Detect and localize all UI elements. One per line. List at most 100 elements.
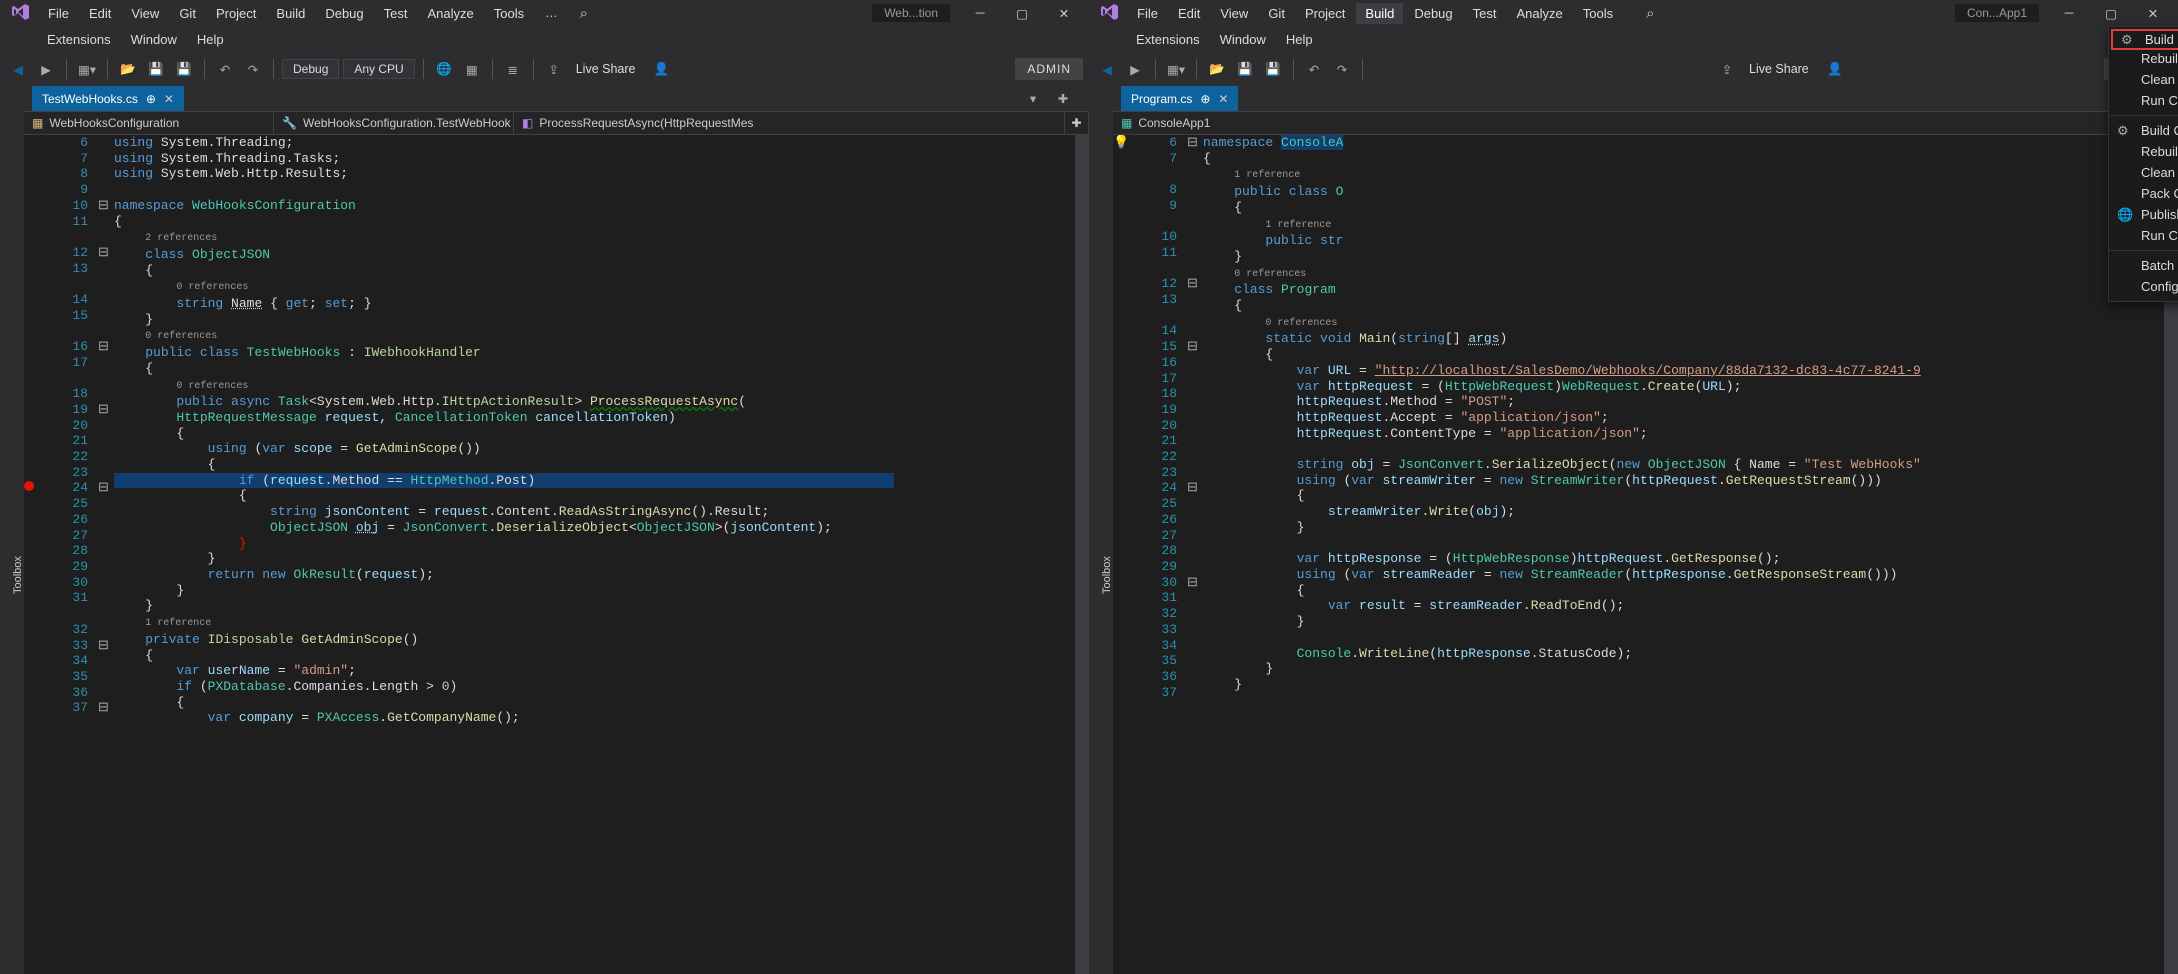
- maximize-icon[interactable]: ▢: [1002, 0, 1042, 26]
- quick-launch-icon[interactable]: ⌕: [570, 5, 598, 22]
- toolbox-sidebar[interactable]: Toolbox: [0, 86, 24, 974]
- redo-icon[interactable]: ↷: [1330, 57, 1354, 81]
- code-editor[interactable]: 💡 6 7 8 9 10 11 12 13 14 15 16 17 18 19 …: [1113, 135, 2178, 974]
- back-icon[interactable]: ◀: [6, 57, 30, 81]
- open-icon[interactable]: 📂: [116, 57, 140, 81]
- fold-margin[interactable]: ⊟ ⊟ ⊟ ⊟ ⊟ ⊟ ⊟: [98, 135, 114, 974]
- menu-analyze[interactable]: Analyze: [1507, 3, 1571, 24]
- quick-launch-icon[interactable]: ⌕: [1636, 5, 1664, 22]
- menu-tools[interactable]: Tools: [485, 3, 533, 24]
- menu-window[interactable]: Window: [1211, 29, 1275, 50]
- redo-icon[interactable]: ↷: [241, 57, 265, 81]
- menu-item-batch-build-[interactable]: Batch Build...: [2109, 255, 2178, 276]
- tab-testwebhooks[interactable]: TestWebHooks.cs ⊕ ✕: [32, 86, 184, 111]
- tab-pin-icon[interactable]: ⊕: [146, 92, 156, 106]
- menu-item-rebuild-consoleapp1[interactable]: Rebuild ConsoleApp1: [2109, 141, 2178, 162]
- open-icon[interactable]: 📂: [1205, 57, 1229, 81]
- menu-item-run-code-analysis-on-solution[interactable]: Run Code Analysis on SolutionAlt+F11: [2109, 90, 2178, 111]
- code-editor[interactable]: 6 7 8 9 10 11 12 13 14 15 16 17 18 19 20…: [24, 135, 1089, 974]
- menu-item-rebuild-solution[interactable]: Rebuild Solution: [2109, 48, 2178, 69]
- menu-debug[interactable]: Debug: [316, 3, 372, 24]
- menu-analyze[interactable]: Analyze: [418, 3, 482, 24]
- maximize-icon[interactable]: ▢: [2091, 0, 2131, 26]
- close-icon[interactable]: ✕: [2133, 0, 2173, 26]
- account-icon[interactable]: 👤: [650, 57, 674, 81]
- menu-extensions[interactable]: Extensions: [38, 29, 120, 50]
- share-icon[interactable]: ⇪: [1715, 57, 1739, 81]
- menu-item-pack-consoleapp1[interactable]: Pack ConsoleApp1: [2109, 183, 2178, 204]
- menu-help[interactable]: Help: [1277, 29, 1322, 50]
- menu-project[interactable]: Project: [1296, 3, 1354, 24]
- indent-icon[interactable]: ≣: [501, 57, 525, 81]
- menu-item-clean-solution[interactable]: Clean Solution: [2109, 69, 2178, 90]
- menu-git[interactable]: Git: [1259, 3, 1294, 24]
- menu-item-build-solution[interactable]: ⚙Build SolutionF6: [2111, 29, 2178, 50]
- menu-view[interactable]: View: [1211, 3, 1257, 24]
- platform-select[interactable]: Any CPU: [343, 59, 414, 79]
- menu-item-clean-consoleapp1[interactable]: Clean ConsoleApp1: [2109, 162, 2178, 183]
- menu-project[interactable]: Project: [207, 3, 265, 24]
- close-icon[interactable]: ✕: [1044, 0, 1084, 26]
- undo-icon[interactable]: ↶: [213, 57, 237, 81]
- live-share-label[interactable]: Live Share: [576, 62, 636, 76]
- menu-item-label: Configuration Manager...: [2141, 279, 2178, 294]
- menu-item-configuration-manager-[interactable]: Configuration Manager...: [2109, 276, 2178, 297]
- menu-tools[interactable]: Tools: [1574, 3, 1622, 24]
- menu-file[interactable]: File: [39, 3, 78, 24]
- menu-item-publish-consoleapp1[interactable]: 🌐Publish ConsoleApp1: [2109, 204, 2178, 225]
- menu-build[interactable]: Build: [1356, 3, 1403, 24]
- fwd-icon[interactable]: ▶: [1123, 57, 1147, 81]
- config-select[interactable]: Debug: [282, 59, 339, 79]
- save-icon[interactable]: 💾: [1233, 57, 1257, 81]
- live-share-label[interactable]: Live Share: [1749, 62, 1809, 76]
- minimize-icon[interactable]: ─: [960, 0, 1000, 26]
- new-project-icon[interactable]: ▦▾: [75, 57, 99, 81]
- menu-window[interactable]: Window: [122, 29, 186, 50]
- menu-item-build-consoleapp1[interactable]: ⚙Build ConsoleApp1Shift+F6: [2109, 120, 2178, 141]
- breakpoint-margin[interactable]: [24, 135, 40, 974]
- nav-member[interactable]: ◧ProcessRequestAsync(HttpRequestMes: [514, 112, 1065, 134]
- menu-help[interactable]: Help: [188, 29, 233, 50]
- toolbox-sidebar[interactable]: Toolbox: [1089, 86, 1113, 974]
- menu-debug[interactable]: Debug: [1405, 3, 1461, 24]
- fwd-icon[interactable]: ▶: [34, 57, 58, 81]
- nav-project[interactable]: ▦ConsoleApp1: [1113, 112, 2130, 134]
- breakpoint-icon[interactable]: [24, 481, 34, 491]
- scrollbar[interactable]: [1075, 135, 1089, 974]
- menu-extensions[interactable]: Extensions: [1127, 29, 1209, 50]
- undo-icon[interactable]: ↶: [1302, 57, 1326, 81]
- menu-edit[interactable]: Edit: [80, 3, 120, 24]
- tab-program[interactable]: Program.cs ⊕ ✕: [1121, 86, 1238, 111]
- menu-edit[interactable]: Edit: [1169, 3, 1209, 24]
- menu-overflow[interactable]: …: [535, 6, 568, 20]
- nav-split-icon[interactable]: ✚: [1065, 112, 1089, 134]
- saveall-icon[interactable]: 💾: [172, 57, 196, 81]
- code-body[interactable]: namespace ConsoleA { 1 reference public …: [1203, 135, 2168, 974]
- new-project-icon[interactable]: ▦▾: [1164, 57, 1188, 81]
- menu-git[interactable]: Git: [170, 3, 205, 24]
- fold-margin[interactable]: ⊟ ⊟ ⊟ ⊟ ⊟: [1187, 135, 1203, 974]
- nav-project[interactable]: ▦WebHooksConfiguration: [24, 112, 274, 134]
- menu-test[interactable]: Test: [1464, 3, 1506, 24]
- hint-margin[interactable]: 💡: [1113, 135, 1129, 974]
- menu-view[interactable]: View: [122, 3, 168, 24]
- tab-pin-icon[interactable]: ⊕: [1200, 92, 1210, 106]
- menu-item-run-code-analysis-on-consoleapp1[interactable]: Run Code Analysis on ConsoleApp1: [2109, 225, 2178, 246]
- minimize-icon[interactable]: ─: [2049, 0, 2089, 26]
- browser-icon[interactable]: 🌐: [432, 57, 456, 81]
- tab-dropdown-icon[interactable]: ▾: [1021, 87, 1045, 111]
- publish-icon[interactable]: ▦: [460, 57, 484, 81]
- share-icon[interactable]: ⇪: [542, 57, 566, 81]
- save-icon[interactable]: 💾: [144, 57, 168, 81]
- code-body[interactable]: using System.Threading; using System.Thr…: [114, 135, 1079, 974]
- tab-add-icon[interactable]: ✚: [1051, 87, 1075, 111]
- account-icon[interactable]: 👤: [1823, 57, 1847, 81]
- menu-build[interactable]: Build: [267, 3, 314, 24]
- tab-close-icon[interactable]: ✕: [1218, 92, 1228, 106]
- tab-close-icon[interactable]: ✕: [164, 92, 174, 106]
- nav-class[interactable]: 🔧WebHooksConfiguration.TestWebHook: [274, 112, 514, 134]
- menu-file[interactable]: File: [1128, 3, 1167, 24]
- back-icon[interactable]: ◀: [1095, 57, 1119, 81]
- menu-test[interactable]: Test: [375, 3, 417, 24]
- saveall-icon[interactable]: 💾: [1261, 57, 1285, 81]
